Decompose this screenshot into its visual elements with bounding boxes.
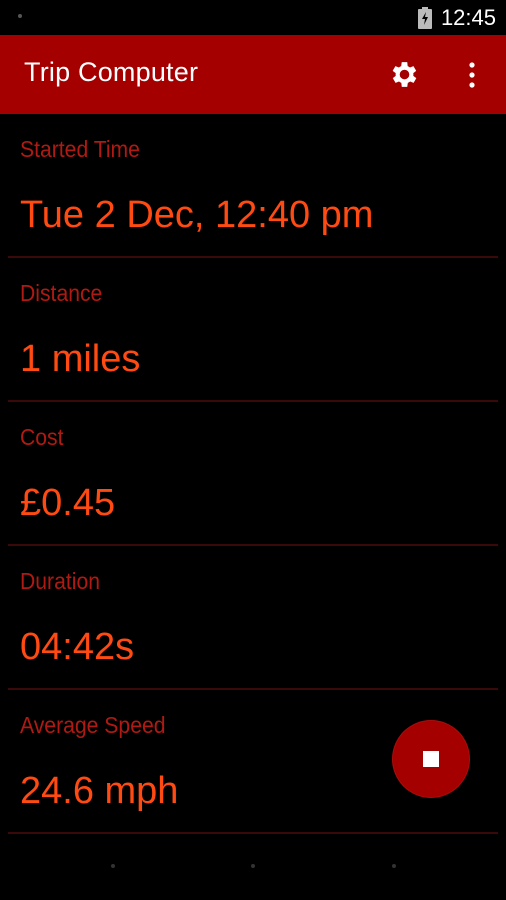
row-distance: Distance 1 miles <box>0 258 506 402</box>
row-value: 1 miles <box>20 338 141 380</box>
row-duration: Duration 04:42s <box>0 546 506 690</box>
row-value: 24.6 mph <box>20 770 179 812</box>
row-label: Cost <box>20 424 64 450</box>
notification-dot-icon <box>18 14 22 18</box>
row-started-time: Started Time Tue 2 Dec, 12:40 pm <box>0 114 506 258</box>
stop-trip-button[interactable] <box>392 720 470 798</box>
battery-charging-icon <box>418 7 432 29</box>
app-bar: Trip Computer <box>0 35 506 114</box>
gear-icon[interactable] <box>388 58 421 91</box>
stop-icon <box>423 751 439 767</box>
divider <box>8 832 498 834</box>
row-label: Average Speed <box>20 712 166 738</box>
row-value: Tue 2 Dec, 12:40 pm <box>20 194 374 236</box>
nav-bar-dot <box>111 864 115 868</box>
app-title: Trip Computer <box>24 57 199 87</box>
status-clock: 12:45 <box>440 5 496 30</box>
row-value: 04:42s <box>20 626 135 668</box>
nav-bar-dot <box>392 864 396 868</box>
row-cost: Cost £0.45 <box>0 402 506 546</box>
status-bar: 12:45 <box>0 0 506 35</box>
overflow-menu-icon[interactable] <box>464 61 480 89</box>
row-label: Started Time <box>20 136 140 162</box>
row-value: £0.45 <box>20 482 116 524</box>
nav-bar-dot <box>251 864 255 868</box>
row-label: Distance <box>20 280 103 306</box>
row-label: Duration <box>20 568 100 594</box>
